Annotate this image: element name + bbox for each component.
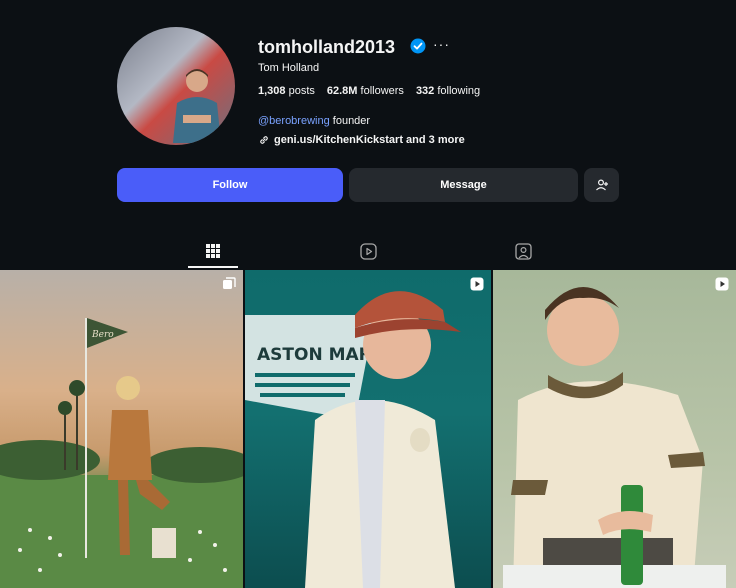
stat-following-label: following — [437, 85, 481, 97]
stat-following-count: 332 — [415, 85, 435, 97]
tab-tagged[interactable] — [498, 235, 548, 268]
flag-text: Bero — [91, 330, 114, 340]
avatar-person-image — [173, 69, 221, 143]
profile-stats: 1,308 posts 62.8M followers 332 followin… — [258, 85, 480, 97]
post-thumbnail[interactable]: ASTON MARTIN — [245, 270, 491, 588]
post-image-golf: Bero — [0, 318, 243, 588]
add-user-icon — [595, 179, 608, 191]
profile-full-name: Tom Holland — [258, 62, 320, 74]
verified-badge-icon — [410, 38, 426, 54]
stat-followers-count: 62.8M — [326, 85, 358, 97]
stat-followers[interactable]: 62.8M followers — [327, 85, 404, 97]
link-text: geni.us/KitchenKickstart and 3 more — [274, 134, 465, 146]
carousel-icon — [223, 277, 236, 289]
bio-mention-link[interactable]: @berobrewing — [258, 115, 330, 127]
suggested-users-button[interactable] — [584, 168, 619, 202]
reel-icon — [715, 277, 729, 291]
bio-text: founder — [329, 115, 371, 127]
profile-bio: @berobrewing founder — [258, 115, 370, 127]
profile-external-link[interactable]: geni.us/KitchenKickstart and 3 more — [258, 134, 465, 146]
post-thumbnail[interactable] — [493, 270, 736, 588]
tagged-icon — [514, 243, 532, 260]
grid-icon — [206, 243, 220, 258]
post-image-aston-martin: ASTON MARTIN — [245, 291, 461, 588]
link-icon — [260, 136, 268, 144]
posts-grid: Bero ASTON MARTIN — [0, 270, 736, 588]
post-thumbnail[interactable]: Bero — [0, 270, 243, 588]
reels-icon — [359, 243, 377, 260]
stat-posts-count: 1,308 — [258, 85, 286, 97]
message-button[interactable]: Message — [349, 168, 578, 202]
tab-reels[interactable] — [343, 235, 393, 268]
stat-posts-label: posts — [288, 85, 315, 97]
stat-followers-label: followers — [360, 85, 404, 97]
stat-following[interactable]: 332 following — [416, 85, 480, 97]
post-image-sweater — [503, 286, 726, 588]
profile-tabs — [0, 235, 736, 270]
more-options-icon[interactable]: ··· — [433, 36, 450, 52]
follow-button[interactable]: Follow — [117, 168, 343, 202]
profile-avatar[interactable] — [117, 27, 235, 145]
reel-icon — [470, 277, 484, 291]
stat-posts: 1,308 posts — [258, 85, 315, 97]
tab-posts[interactable] — [188, 235, 238, 268]
profile-username: tomholland2013 — [258, 37, 396, 57]
